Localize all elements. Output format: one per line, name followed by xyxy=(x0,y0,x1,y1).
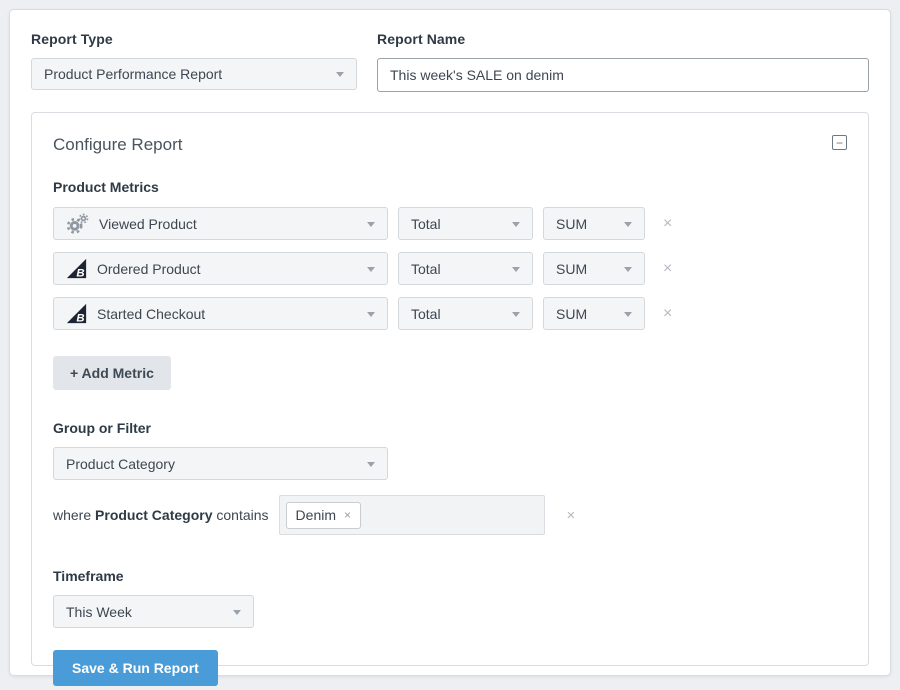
chevron-down-icon xyxy=(512,312,520,317)
measurement-value: Total xyxy=(411,216,441,232)
filter-value-chip: Denim × xyxy=(286,502,361,529)
remove-chip-icon[interactable]: × xyxy=(344,509,351,521)
metric-select[interactable]: Viewed Product xyxy=(53,207,388,240)
chevron-down-icon xyxy=(233,610,241,615)
aggregation-value: SUM xyxy=(556,216,587,232)
metric-row: Viewed Product Total SUM × xyxy=(53,207,847,240)
remove-filter-icon[interactable]: × xyxy=(567,508,576,523)
chevron-down-icon xyxy=(336,72,344,77)
measurement-value: Total xyxy=(411,261,441,277)
report-type-field: Report Type Product Performance Report xyxy=(31,31,357,92)
chip-label: Denim xyxy=(296,507,336,523)
configure-report-header: Configure Report − xyxy=(53,133,847,155)
condition-operator: contains xyxy=(213,507,269,523)
report-type-label: Report Type xyxy=(31,31,357,47)
product-metrics-label: Product Metrics xyxy=(53,179,847,195)
bigcommerce-icon: B xyxy=(66,258,87,279)
timeframe-label: Timeframe xyxy=(53,568,847,584)
metric-select[interactable]: B Ordered Product xyxy=(53,252,388,285)
remove-metric-icon[interactable]: × xyxy=(663,216,672,232)
svg-text:B: B xyxy=(76,267,84,279)
metric-select[interactable]: B Started Checkout xyxy=(53,297,388,330)
chevron-down-icon xyxy=(367,312,375,317)
add-metric-button[interactable]: + Add Metric xyxy=(53,356,171,390)
chevron-down-icon xyxy=(367,267,375,272)
chevron-down-icon xyxy=(512,222,520,227)
metric-value: Viewed Product xyxy=(99,216,197,232)
metric-row: B Started Checkout Total SUM × xyxy=(53,297,847,330)
svg-text:B: B xyxy=(76,312,84,324)
chevron-down-icon xyxy=(512,267,520,272)
chevron-down-icon xyxy=(367,222,375,227)
chevron-down-icon xyxy=(624,267,632,272)
measurement-select[interactable]: Total xyxy=(398,252,533,285)
filter-values-input[interactable]: Denim × xyxy=(279,495,545,535)
chevron-down-icon xyxy=(367,462,375,467)
report-type-value: Product Performance Report xyxy=(44,66,222,82)
metric-value: Ordered Product xyxy=(97,261,201,277)
remove-metric-icon[interactable]: × xyxy=(663,306,672,322)
report-type-select[interactable]: Product Performance Report xyxy=(31,58,357,90)
condition-prefix: where xyxy=(53,507,95,523)
group-or-filter-value: Product Category xyxy=(66,456,175,472)
aggregation-select[interactable]: SUM xyxy=(543,297,645,330)
report-name-field: Report Name xyxy=(377,31,869,92)
configure-report-panel: Configure Report − Product Metrics Viewe xyxy=(31,112,869,666)
group-or-filter-label: Group or Filter xyxy=(53,420,847,436)
report-builder-card: Report Type Product Performance Report R… xyxy=(9,9,891,676)
configure-report-title: Configure Report xyxy=(53,133,182,155)
measurement-select[interactable]: Total xyxy=(398,297,533,330)
report-name-input[interactable] xyxy=(377,58,869,92)
chevron-down-icon xyxy=(624,222,632,227)
condition-field: Product Category xyxy=(95,507,212,523)
aggregation-select[interactable]: SUM xyxy=(543,207,645,240)
save-run-report-button[interactable]: Save & Run Report xyxy=(53,650,218,686)
aggregation-value: SUM xyxy=(556,261,587,277)
metric-row: B Ordered Product Total SUM × xyxy=(53,252,847,285)
measurement-select[interactable]: Total xyxy=(398,207,533,240)
group-or-filter-select[interactable]: Product Category xyxy=(53,447,388,480)
collapse-panel-icon[interactable]: − xyxy=(832,135,847,150)
timeframe-select[interactable]: This Week xyxy=(53,595,254,628)
remove-metric-icon[interactable]: × xyxy=(663,261,672,277)
gears-icon xyxy=(66,213,89,234)
bigcommerce-icon: B xyxy=(66,303,87,324)
aggregation-value: SUM xyxy=(556,306,587,322)
aggregation-select[interactable]: SUM xyxy=(543,252,645,285)
top-fields-row: Report Type Product Performance Report R… xyxy=(31,31,869,92)
report-name-label: Report Name xyxy=(377,31,869,47)
filter-condition-row: where Product Category contains Denim × … xyxy=(53,495,847,535)
timeframe-value: This Week xyxy=(66,604,132,620)
metric-value: Started Checkout xyxy=(97,306,205,322)
measurement-value: Total xyxy=(411,306,441,322)
chevron-down-icon xyxy=(624,312,632,317)
